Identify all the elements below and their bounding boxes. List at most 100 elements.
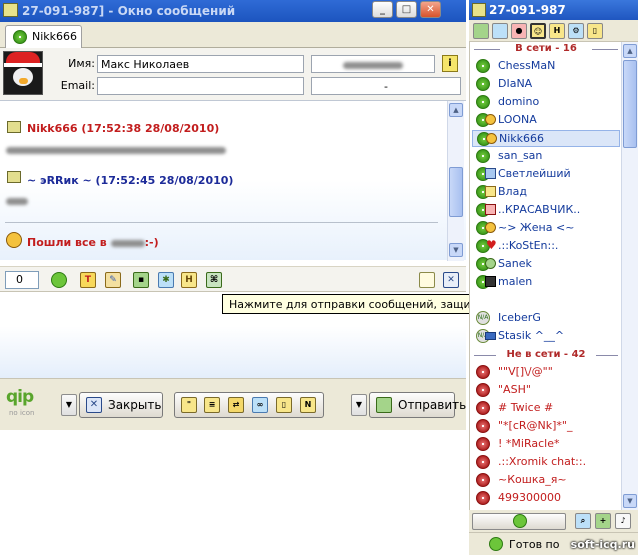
mood-icon xyxy=(485,276,496,287)
tab-nikk666[interactable]: Nikk666 xyxy=(5,25,82,48)
contact-item[interactable]: ChessMaN xyxy=(472,58,620,75)
contact-item-offline[interactable]: ""V[]\/@"" xyxy=(472,364,620,381)
status-bar[interactable]: Готов по soft-icq.ru xyxy=(469,532,638,555)
group-offline[interactable]: Не в сети - 42 xyxy=(470,349,622,362)
contact-item[interactable]: domino xyxy=(472,94,620,111)
scroll-thumb[interactable] xyxy=(449,167,463,217)
close-button[interactable]: ✕ Закрыть xyxy=(79,392,163,418)
smiley-icon xyxy=(6,232,22,248)
uin-field[interactable] xyxy=(311,55,435,73)
scroll-up-arrow[interactable]: ▲ xyxy=(449,103,463,117)
chat-window-titlebar[interactable]: 27-091-987] - Окно сообщений _ □ ✕ xyxy=(0,0,466,22)
mood-icon xyxy=(485,114,496,125)
message-history[interactable]: Nikk666 (17:52:38 28/08/2010) ~ эRRик ~ … xyxy=(0,100,466,261)
file-icon[interactable]: ▯ xyxy=(276,397,292,413)
contact-item[interactable]: ~> Жена <~ xyxy=(472,220,620,237)
offline-icon xyxy=(476,455,490,469)
template-icon[interactable]: ≡ xyxy=(204,397,220,413)
group-online[interactable]: В сети - 16 xyxy=(470,43,622,56)
contact-item-offline[interactable]: # Twice # xyxy=(472,400,620,417)
scroll-down-arrow[interactable]: ▼ xyxy=(449,243,463,257)
translit-icon[interactable]: ⇄ xyxy=(228,397,244,413)
add-contact-icon[interactable]: + xyxy=(595,513,611,529)
contact-item-selected[interactable]: Nikk666 xyxy=(472,130,620,147)
contact-item[interactable]: ..КРАСАВЧИК.. xyxy=(472,202,620,219)
history-scrollbar[interactable]: ▲ ▼ xyxy=(447,101,464,261)
contact-item-offline[interactable]: ~Кошка_я~ xyxy=(472,472,620,489)
email-value-field[interactable]: - xyxy=(311,77,461,95)
contact-item[interactable]: Sanek xyxy=(472,256,620,273)
send-menu-dropdown[interactable]: ▼ xyxy=(351,394,367,416)
quote-icon[interactable]: " xyxy=(181,397,197,413)
offline-icon xyxy=(476,365,490,379)
message-text-redacted xyxy=(6,143,226,156)
history-icon[interactable]: H xyxy=(181,272,197,288)
contact-list-titlebar[interactable]: 27-091-987 xyxy=(469,0,638,20)
avatar[interactable] xyxy=(3,51,43,95)
sound-icon[interactable]: ☺ xyxy=(530,23,546,39)
link-icon[interactable]: ∞ xyxy=(252,397,268,413)
contact-item-offline[interactable]: .::Xromik chat::. xyxy=(472,454,620,471)
smiles-icon[interactable] xyxy=(51,272,67,288)
info-icon[interactable]: i xyxy=(442,55,458,72)
scroll-down-arrow[interactable]: ▼ xyxy=(623,494,637,508)
name-label: Имя: xyxy=(68,57,95,70)
maximize-button[interactable]: □ xyxy=(396,1,417,18)
contact-item[interactable]: Светлейший xyxy=(472,166,620,183)
contact-item[interactable]: malen xyxy=(472,274,620,291)
chat-bottom-bar: qip no icon ▼ ✕ Закрыть " ≡ ⇄ ∞ ▯ N ▼ От… xyxy=(0,378,466,430)
name-field[interactable]: Макс Николаев xyxy=(97,55,304,73)
n-icon[interactable]: N xyxy=(300,397,316,413)
qip-icon xyxy=(513,514,527,528)
scroll-thumb[interactable] xyxy=(623,60,637,148)
history-icon[interactable]: H xyxy=(549,23,565,39)
email-field[interactable] xyxy=(97,77,304,95)
encrypted-message-icon[interactable]: ⌘ xyxy=(206,272,222,288)
na-icon: N/A xyxy=(476,311,490,325)
close-menu-dropdown[interactable]: ▼ xyxy=(61,394,77,416)
watermark: soft-icq.ru xyxy=(570,538,635,551)
send-button[interactable]: Отправить xyxy=(369,392,466,418)
main-menu-button[interactable] xyxy=(472,513,566,530)
user-info-panel: Имя: Макс Николаев i Email: - xyxy=(0,48,466,100)
settings-icon[interactable]: ⚙ xyxy=(568,23,584,39)
paint-icon[interactable]: ✎ xyxy=(105,272,121,288)
offline-toggle-icon[interactable]: ● xyxy=(511,23,527,39)
contact-list[interactable]: В сети - 16 ChessMaN DIaNA domino LOONA … xyxy=(469,42,621,510)
mood-icon xyxy=(485,204,496,215)
qip-logo: qip no icon xyxy=(6,387,35,417)
minimize-button[interactable]: _ xyxy=(372,1,393,18)
close-window-button[interactable]: ✕ xyxy=(420,1,441,18)
snowflake-icon[interactable]: ✱ xyxy=(158,272,174,288)
contact-item[interactable]: ♥ .::KoStEn::. xyxy=(472,238,620,255)
contact-item-offline[interactable]: "*[cR@Nk]*"_ xyxy=(472,418,620,435)
divider xyxy=(5,222,438,223)
notes-icon[interactable] xyxy=(419,272,435,288)
status-icon[interactable] xyxy=(473,23,489,39)
mood-icon xyxy=(485,186,496,197)
contact-item[interactable]: Влад xyxy=(472,184,620,201)
search-contact-icon[interactable]: ⌕ xyxy=(575,513,591,529)
graduate-icon xyxy=(485,332,496,340)
contact-item-offline[interactable]: "ASH" xyxy=(472,382,620,399)
save-icon[interactable]: ▪ xyxy=(133,272,149,288)
contact-list-scrollbar[interactable]: ▲ ▼ xyxy=(621,42,638,510)
mood-icon xyxy=(485,222,496,233)
email-label: Email: xyxy=(60,79,95,92)
contact-item[interactable]: LOONA xyxy=(472,112,620,129)
contact-item[interactable]: DIaNA xyxy=(472,76,620,93)
contact-list-toolbar: ● ☺ H ⚙ ▯ xyxy=(469,20,638,42)
contact-item[interactable]: san_san xyxy=(472,148,620,165)
contact-item-offline[interactable]: ! *MiRacle* xyxy=(472,436,620,453)
scroll-up-arrow[interactable]: ▲ xyxy=(623,44,637,58)
contact-list-bottom-bar: ⌕ + ♪ xyxy=(469,510,638,532)
contact-item[interactable]: N/A IceberG xyxy=(472,310,620,327)
contacts-icon[interactable] xyxy=(492,23,508,39)
contact-item-offline[interactable]: 499300000 xyxy=(472,490,620,507)
extra-actions-group: " ≡ ⇄ ∞ ▯ N xyxy=(174,392,324,418)
close-tab-icon[interactable]: ✕ xyxy=(443,272,459,288)
sound-toggle-icon[interactable]: ♪ xyxy=(615,513,631,529)
notes-icon[interactable]: ▯ xyxy=(587,23,603,39)
font-icon[interactable]: T xyxy=(80,272,96,288)
contact-item[interactable]: N/A Stasik ^__^ xyxy=(472,328,620,345)
